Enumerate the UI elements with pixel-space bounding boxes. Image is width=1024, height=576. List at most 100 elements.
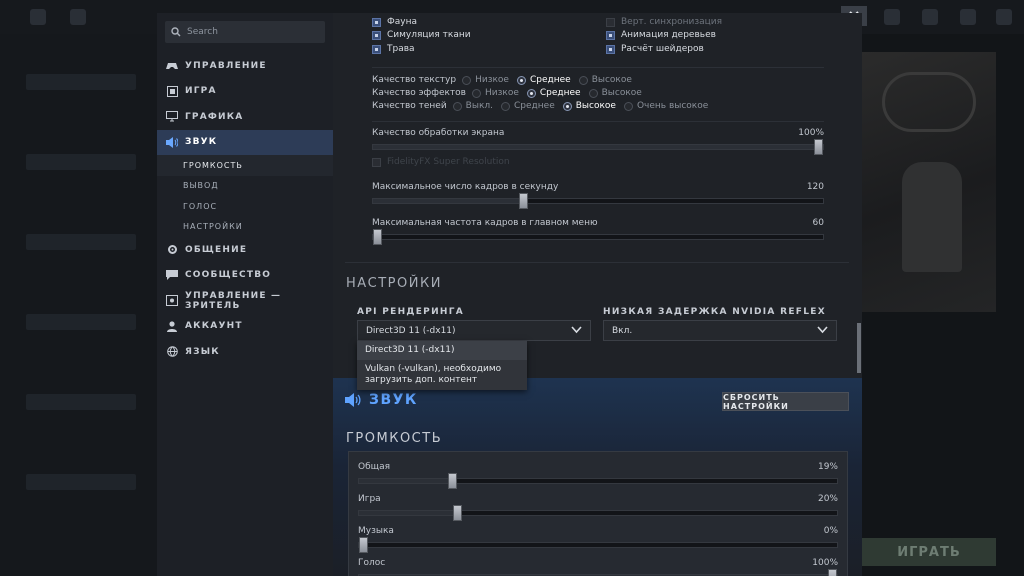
bg-block bbox=[26, 394, 136, 410]
api-option-vulkan[interactable]: Vulkan (-vulkan), необходимо загрузить д… bbox=[357, 360, 527, 390]
checkbox-shader-calc[interactable]: Расчёт шейдеров bbox=[606, 44, 704, 54]
slider-thumb[interactable] bbox=[359, 537, 368, 553]
checkbox-box[interactable] bbox=[606, 30, 615, 40]
settings-content: Фауна Симуляция ткани Трава Верт. синхро… bbox=[333, 13, 862, 576]
volume-heading: ГРОМКОСТЬ bbox=[346, 431, 443, 446]
divider bbox=[372, 121, 824, 122]
bg-block bbox=[26, 154, 136, 170]
sidebar-item-label: УПРАВЛЕНИЕ — ЗРИТЕЛЬ bbox=[185, 290, 282, 311]
radio-label: Выкл. bbox=[465, 101, 494, 111]
checkbox-box[interactable] bbox=[372, 30, 381, 40]
slider-thumb[interactable] bbox=[828, 569, 837, 576]
slider-thumb[interactable] bbox=[373, 229, 382, 245]
texture-quality-row: Качество текстур Низкое Среднее Высокое bbox=[372, 75, 640, 85]
max-fps-slider[interactable] bbox=[372, 193, 824, 209]
screen-quality-slider[interactable] bbox=[372, 139, 824, 155]
reflex-select[interactable]: Вкл. bbox=[603, 320, 837, 341]
sidebar-subitem-settings[interactable]: НАСТРОЙКИ bbox=[157, 217, 333, 238]
sidebar-subitem-voice[interactable]: ГОЛОС bbox=[157, 196, 333, 217]
checkbox-label: Симуляция ткани bbox=[387, 30, 471, 40]
radio-effects-medium[interactable]: Среднее bbox=[526, 88, 581, 98]
sidebar-item-sound[interactable]: ЗВУК bbox=[157, 129, 333, 155]
checkbox-grass[interactable]: Трава bbox=[372, 44, 415, 54]
api-select-value: Direct3D 11 (-dx11) bbox=[366, 325, 456, 336]
sidebar-item-game[interactable]: ИГРА bbox=[157, 79, 333, 105]
radio-label: Низкое bbox=[484, 88, 519, 98]
master-volume-slider[interactable] bbox=[358, 473, 838, 489]
chevron-down-icon bbox=[571, 326, 582, 334]
slider-thumb[interactable] bbox=[452, 505, 462, 521]
settings-modal: УПРАВЛЕНИЕ ИГРА ГРАФИКА ЗВУК ГРОМКОСТЬ В… bbox=[157, 13, 862, 576]
checkbox-label: Расчёт шейдеров bbox=[621, 44, 704, 54]
radio-texture-medium[interactable]: Среднее bbox=[516, 75, 571, 85]
radio-label: Среднее bbox=[529, 75, 571, 85]
api-select[interactable]: Direct3D 11 (-dx11) bbox=[357, 320, 591, 341]
checkbox-box[interactable] bbox=[372, 17, 381, 27]
checkbox-box[interactable] bbox=[372, 44, 381, 54]
api-option-dx11[interactable]: Direct3D 11 (-dx11) bbox=[357, 341, 527, 360]
sidebar-item-account[interactable]: АККАУНТ bbox=[157, 314, 333, 340]
radio-shadow-high[interactable]: Высокое bbox=[562, 101, 616, 111]
checkbox-fsr[interactable]: FidelityFX Super Resolution bbox=[372, 157, 510, 167]
checkbox-vsync[interactable]: Верт. синхронизация bbox=[606, 17, 722, 27]
screen-quality-value: 100% bbox=[798, 128, 824, 138]
slider-thumb[interactable] bbox=[814, 139, 823, 155]
chevron-down-icon bbox=[817, 326, 828, 334]
bg-left-column bbox=[0, 34, 158, 576]
sidebar-item-graphics[interactable]: ГРАФИКА bbox=[157, 104, 333, 130]
radio-texture-low[interactable]: Низкое bbox=[462, 75, 509, 85]
game-volume-slider[interactable] bbox=[358, 505, 838, 521]
content-scrollbar[interactable] bbox=[857, 323, 861, 373]
bg-block bbox=[26, 74, 136, 90]
master-volume-value: 19% bbox=[817, 462, 838, 472]
menu-fps-slider[interactable] bbox=[372, 229, 824, 245]
sidebar-item-spectator-controls[interactable]: УПРАВЛЕНИЕ — ЗРИТЕЛЬ bbox=[157, 288, 333, 314]
sidebar-item-controls[interactable]: УПРАВЛЕНИЕ bbox=[157, 53, 333, 79]
checkbox-fauna[interactable]: Фауна bbox=[372, 17, 417, 27]
music-volume-slider[interactable] bbox=[358, 537, 838, 553]
gamepad-icon bbox=[166, 60, 178, 72]
sidebar-item-social[interactable]: ОБЩЕНИЕ bbox=[157, 237, 333, 263]
radio-shadow-medium[interactable]: Среднее bbox=[501, 101, 555, 111]
checkbox-box[interactable] bbox=[606, 44, 615, 54]
sidebar-item-label: ЯЗЫК bbox=[185, 346, 220, 357]
bg-icon bbox=[884, 9, 900, 25]
checkbox-cloth-sim[interactable]: Симуляция ткани bbox=[372, 30, 471, 40]
game-volume-value: 20% bbox=[817, 494, 838, 504]
checkbox-box[interactable] bbox=[606, 17, 615, 27]
radio-effects-low[interactable]: Низкое bbox=[471, 88, 519, 98]
radio-texture-high[interactable]: Высокое bbox=[578, 75, 632, 85]
checkbox-label: Верт. синхронизация bbox=[621, 17, 723, 27]
radio-shadow-very-high[interactable]: Очень высокое bbox=[623, 101, 708, 111]
checkbox-label: FidelityFX Super Resolution bbox=[387, 157, 510, 167]
sidebar-item-language[interactable]: ЯЗЫК bbox=[157, 339, 333, 365]
bg-block bbox=[26, 314, 136, 330]
sidebar-item-community[interactable]: СООБЩЕСТВО bbox=[157, 263, 333, 289]
reset-settings-button[interactable]: СБРОСИТЬ НАСТРОЙКИ bbox=[722, 392, 849, 411]
checkbox-box[interactable] bbox=[372, 157, 381, 167]
radio-shadow-off[interactable]: Выкл. bbox=[452, 101, 494, 111]
sidebar-item-label: СООБЩЕСТВО bbox=[185, 270, 272, 281]
checkbox-tree-anim[interactable]: Анимация деревьев bbox=[606, 30, 716, 40]
radio-effects-high[interactable]: Высокое bbox=[588, 88, 642, 98]
divider bbox=[372, 67, 824, 68]
search-icon bbox=[171, 27, 181, 37]
speaker-icon bbox=[166, 136, 178, 148]
sidebar-item-label: ГРАФИКА bbox=[185, 111, 244, 122]
settings-heading: НАСТРОЙКИ bbox=[346, 276, 442, 291]
music-volume-value: 0% bbox=[823, 526, 838, 536]
radio-label: Низкое bbox=[475, 75, 509, 85]
shadow-quality-label: Качество теней bbox=[372, 101, 447, 111]
sidebar-subitem-output[interactable]: ВЫВОД bbox=[157, 176, 333, 197]
slider-thumb[interactable] bbox=[448, 473, 458, 489]
sidebar-subitem-volume[interactable]: ГРОМКОСТЬ bbox=[157, 155, 333, 176]
radio-label: Высокое bbox=[591, 75, 632, 85]
slider-thumb[interactable] bbox=[518, 193, 528, 209]
gear-icon bbox=[166, 244, 178, 256]
search-input[interactable] bbox=[187, 27, 317, 37]
search-box[interactable] bbox=[165, 21, 325, 43]
speaker-icon bbox=[345, 393, 361, 407]
bg-art-shape bbox=[882, 72, 976, 132]
game-volume-label: Игра bbox=[358, 494, 381, 504]
settings-sidebar: УПРАВЛЕНИЕ ИГРА ГРАФИКА ЗВУК ГРОМКОСТЬ В… bbox=[157, 13, 333, 576]
